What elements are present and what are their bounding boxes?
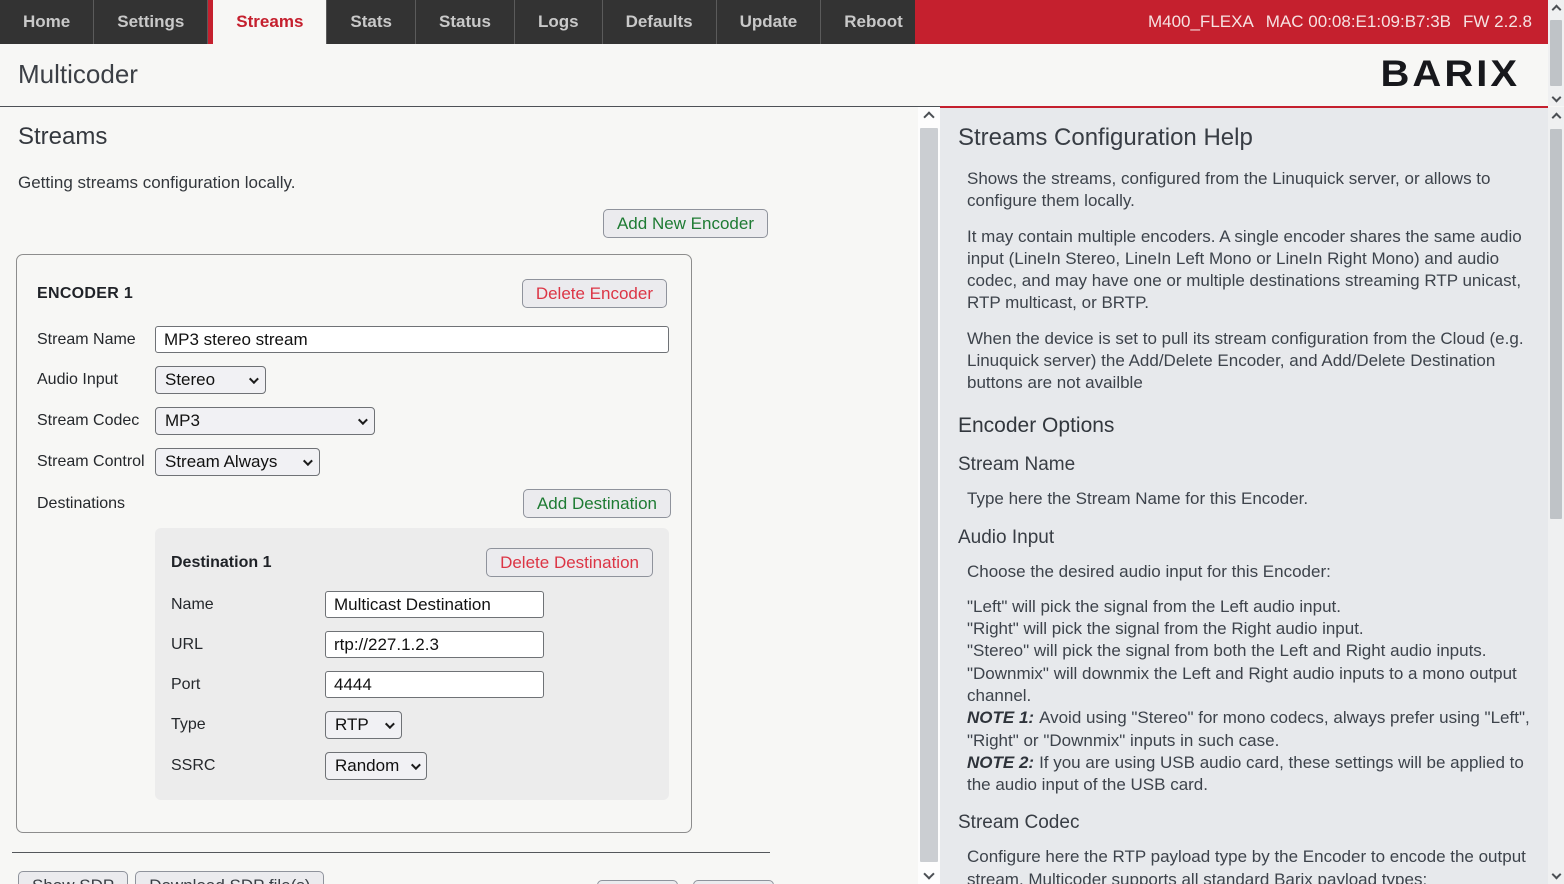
scroll-down-icon[interactable] xyxy=(1548,88,1564,106)
help-line: "Right" will pick the signal from the Ri… xyxy=(958,618,1534,640)
show-sdp-button[interactable]: Show SDP xyxy=(18,871,128,884)
destination-type-label: Type xyxy=(171,716,325,734)
stream-name-input[interactable] xyxy=(155,326,669,353)
help-paragraph: Shows the streams, configured from the L… xyxy=(958,168,1534,213)
stream-control-label: Stream Control xyxy=(37,453,155,471)
chevron-down-icon xyxy=(249,374,259,384)
help-paragraph: When the device is set to pull its strea… xyxy=(958,328,1534,395)
help-paragraph: It may contain multiple encoders. A sing… xyxy=(958,226,1534,315)
nav-tab-streams[interactable]: Streams xyxy=(208,0,327,44)
destination-name-label: Name xyxy=(171,596,325,614)
page-header: Multicoder BARIX xyxy=(0,44,1548,106)
cancel-button[interactable]: Cancel xyxy=(597,880,678,884)
device-mac: MAC 00:08:E1:09:B7:3B xyxy=(1266,12,1451,32)
nav-tab-status[interactable]: Status xyxy=(416,0,515,44)
nav-tab-update[interactable]: Update xyxy=(717,0,822,44)
nav-tab-settings[interactable]: Settings xyxy=(94,0,208,44)
chevron-up-icon xyxy=(1551,112,1561,122)
stream-control-selected-value: Stream Always xyxy=(165,452,277,472)
submit-button[interactable]: Submit xyxy=(693,880,774,884)
help-line: "Stereo" will pick the signal from both … xyxy=(958,640,1534,662)
help-scrollbar-thumb[interactable] xyxy=(1550,129,1562,519)
page-title: Multicoder xyxy=(18,59,138,90)
audio-input-select[interactable]: Stereo xyxy=(155,366,266,394)
stream-name-label: Stream Name xyxy=(37,331,155,349)
chevron-down-icon xyxy=(385,719,395,729)
streams-config-frame: Streams Getting streams configuration lo… xyxy=(0,107,918,884)
add-destination-button[interactable]: Add Destination xyxy=(523,489,671,518)
destination-port-input[interactable] xyxy=(325,671,544,698)
nav-tab-defaults[interactable]: Defaults xyxy=(603,0,717,44)
scroll-down-icon[interactable] xyxy=(918,864,940,884)
destination-panel: Destination 1 Delete Destination Name UR… xyxy=(155,528,669,800)
delete-encoder-button[interactable]: Delete Encoder xyxy=(522,279,667,308)
help-note-2: NOTE 2:If you are using USB audio card, … xyxy=(958,752,1534,797)
help-paragraph: Configure here the RTP payload type by t… xyxy=(958,846,1534,884)
encoder-panel: ENCODER 1 Delete Encoder Stream Name Aud… xyxy=(16,254,692,833)
footer-divider xyxy=(12,852,770,853)
download-sdp-button[interactable]: Download SDP file(s) xyxy=(135,871,324,884)
chevron-down-icon xyxy=(303,456,313,466)
top-navbar: Home Settings Streams Stats Status Logs … xyxy=(0,0,1548,44)
chevron-down-icon xyxy=(411,760,421,770)
chevron-down-icon xyxy=(358,415,368,425)
help-audio-input-lines: "Left" will pick the signal from the Lef… xyxy=(958,596,1534,796)
chevron-down-icon xyxy=(1551,869,1561,879)
main-scrollbar-thumb[interactable] xyxy=(920,128,938,862)
audio-input-label: Audio Input xyxy=(37,371,155,389)
scroll-up-icon[interactable] xyxy=(918,107,940,127)
destination-url-input[interactable] xyxy=(325,631,544,658)
help-line: "Left" will pick the signal from the Lef… xyxy=(958,596,1534,618)
chevron-down-icon xyxy=(1551,92,1561,102)
destinations-label: Destinations xyxy=(37,495,125,513)
help-paragraph: Choose the desired audio input for this … xyxy=(958,561,1534,583)
help-heading-stream-name: Stream Name xyxy=(958,454,1534,476)
scroll-up-icon[interactable] xyxy=(1548,0,1564,18)
help-paragraph: Type here the Stream Name for this Encod… xyxy=(958,488,1534,510)
config-status-text: Getting streams configuration locally. xyxy=(18,173,770,193)
main-frame-scrollbar xyxy=(918,107,940,884)
chevron-up-icon xyxy=(1551,4,1561,14)
add-new-encoder-button[interactable]: Add New Encoder xyxy=(603,209,768,238)
page-scrollbar-thumb[interactable] xyxy=(1550,20,1562,86)
destination-ssrc-select[interactable]: Random xyxy=(325,752,427,780)
destination-title: Destination 1 xyxy=(171,554,271,572)
help-heading-stream-codec: Stream Codec xyxy=(958,812,1534,834)
destination-ssrc-selected-value: Random xyxy=(335,756,399,776)
help-note-1: NOTE 1:Avoid using "Stereo" for mono cod… xyxy=(958,707,1534,752)
help-title: Streams Configuration Help xyxy=(958,124,1534,152)
page-scrollbar xyxy=(1548,0,1564,106)
chevron-up-icon xyxy=(923,111,934,122)
help-heading-audio-input: Audio Input xyxy=(958,527,1534,549)
stream-codec-select[interactable]: MP3 xyxy=(155,407,375,435)
help-panel: Streams Configuration Help Shows the str… xyxy=(940,106,1548,884)
device-firmware: FW 2.2.8 xyxy=(1463,12,1532,32)
destination-name-input[interactable] xyxy=(325,591,544,618)
device-info-bar: M400_FLEXA MAC 00:08:E1:09:B7:3B FW 2.2.… xyxy=(915,0,1548,44)
destination-port-label: Port xyxy=(171,676,325,694)
nav-tab-stats[interactable]: Stats xyxy=(327,0,416,44)
destination-type-selected-value: RTP xyxy=(335,715,369,735)
nav-tab-reboot[interactable]: Reboot xyxy=(821,0,927,44)
audio-input-selected-value: Stereo xyxy=(165,370,215,390)
nav-tab-logs[interactable]: Logs xyxy=(515,0,603,44)
stream-control-select[interactable]: Stream Always xyxy=(155,448,320,476)
nav-tab-home[interactable]: Home xyxy=(0,0,94,44)
scroll-down-icon[interactable] xyxy=(1548,864,1564,884)
help-frame-scrollbar xyxy=(1548,107,1564,884)
destination-type-select[interactable]: RTP xyxy=(325,711,402,739)
stream-codec-selected-value: MP3 xyxy=(165,411,200,431)
encoder-title: ENCODER 1 xyxy=(37,285,133,303)
destination-url-label: URL xyxy=(171,636,325,654)
chevron-down-icon xyxy=(923,868,934,879)
destination-ssrc-label: SSRC xyxy=(171,757,325,775)
scroll-up-icon[interactable] xyxy=(1548,107,1564,127)
help-heading-encoder-options: Encoder Options xyxy=(958,414,1534,438)
streams-section-title: Streams xyxy=(18,123,770,151)
help-line: "Downmix" will downmix the Left and Righ… xyxy=(958,663,1534,708)
delete-destination-button[interactable]: Delete Destination xyxy=(486,548,653,577)
device-name: M400_FLEXA xyxy=(1148,12,1254,32)
stream-codec-label: Stream Codec xyxy=(37,412,155,430)
barix-logo: BARIX xyxy=(1381,54,1520,95)
